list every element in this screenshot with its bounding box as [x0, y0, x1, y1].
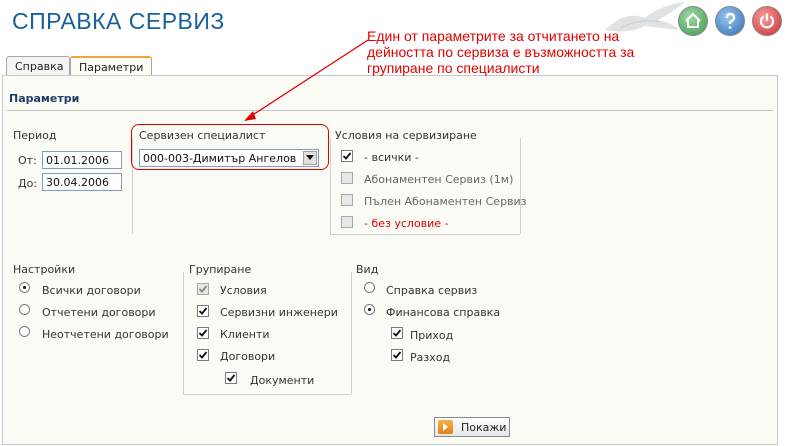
tab-parameters[interactable]: Параметри — [70, 56, 152, 76]
date-to-input[interactable]: 30.04.2006 — [42, 173, 122, 191]
group-engineers-checkbox[interactable] — [197, 305, 209, 317]
divider — [183, 394, 351, 395]
all-contracts-label: Всички договори — [42, 284, 141, 297]
home-icon — [685, 12, 701, 28]
dropdown-button[interactable] — [303, 151, 317, 165]
unreported-contracts-radio[interactable] — [19, 326, 30, 337]
radio-dot — [23, 286, 26, 289]
group-documents-checkbox[interactable] — [225, 372, 237, 384]
date-from-input[interactable]: 01.01.2006 — [42, 151, 122, 169]
check-icon — [198, 351, 208, 359]
condition-all-label: - всички - — [364, 151, 419, 164]
all-contracts-radio[interactable] — [19, 282, 30, 293]
group-conditions-checkbox[interactable] — [197, 283, 209, 295]
show-button-label: Покажи — [461, 421, 507, 434]
specialist-select-value: 000-003-Димитър Ангелов — [143, 152, 297, 165]
service-report-label: Справка сервиз — [386, 284, 478, 297]
tab-report[interactable]: Справка — [6, 56, 70, 76]
divider — [183, 272, 184, 394]
service-report-radio[interactable] — [364, 282, 375, 293]
grouping-label: Групиране — [189, 263, 252, 276]
financial-report-radio[interactable] — [364, 304, 375, 315]
view-label: Вид — [356, 263, 379, 276]
reported-contracts-radio[interactable] — [19, 304, 30, 315]
group-documents-label: Документи — [250, 374, 315, 387]
check-icon — [392, 329, 402, 337]
home-button[interactable] — [678, 6, 708, 36]
check-icon — [342, 152, 352, 160]
check-icon — [198, 329, 208, 337]
condition-subscription-checkbox[interactable] — [341, 172, 353, 184]
unreported-contracts-label: Неотчетени договори — [42, 328, 169, 341]
radio-dot — [368, 308, 371, 311]
group-contracts-checkbox[interactable] — [197, 349, 209, 361]
reported-contracts-label: Отчетени договори — [42, 306, 156, 319]
condition-none-label: - без условие - — [364, 217, 449, 230]
group-conditions-label: Условия — [220, 284, 267, 297]
check-icon — [198, 307, 208, 315]
help-icon — [725, 12, 736, 29]
condition-full-subscription-label: Пълен Абонаментен Сервиз — [364, 195, 527, 208]
divider — [520, 138, 521, 234]
app-title: СПРАВКА СЕРВИЗ — [12, 8, 225, 34]
check-icon — [198, 285, 208, 293]
conditions-label: Условия на сервизиране — [335, 129, 477, 142]
arrow-right-icon — [438, 420, 453, 434]
group-contracts-label: Договори — [220, 350, 276, 363]
panel-divider — [7, 110, 773, 111]
specialist-select[interactable]: 000-003-Димитър Ангелов — [139, 149, 319, 167]
exit-button[interactable] — [752, 6, 782, 36]
help-button[interactable] — [715, 6, 745, 36]
from-label: От: — [18, 154, 37, 167]
condition-all-checkbox[interactable] — [341, 150, 353, 162]
income-checkbox[interactable] — [391, 327, 403, 339]
power-icon — [759, 13, 775, 29]
settings-label: Настройки — [13, 263, 76, 276]
annotation-text: Един от параметрите за отчитането на дей… — [367, 28, 635, 76]
expense-label: Разход — [410, 351, 451, 364]
chevron-down-icon — [306, 155, 314, 160]
income-label: Приход — [410, 329, 454, 342]
group-clients-checkbox[interactable] — [197, 327, 209, 339]
panel-title: Параметри — [9, 92, 80, 105]
condition-full-subscription-checkbox[interactable] — [341, 194, 353, 206]
check-icon — [226, 374, 236, 382]
condition-subscription-label: Абонаментен Сервиз (1м) — [364, 173, 514, 186]
specialist-label: Сервизен специалист — [139, 129, 266, 142]
show-button[interactable]: Покажи — [434, 417, 510, 437]
expense-checkbox[interactable] — [391, 349, 403, 361]
divider — [330, 234, 520, 235]
check-icon — [392, 351, 402, 359]
to-label: До: — [18, 177, 38, 190]
condition-none-checkbox[interactable] — [341, 216, 353, 228]
group-engineers-label: Сервизни инженери — [220, 306, 338, 319]
divider — [351, 272, 352, 394]
divider — [330, 138, 331, 234]
period-label: Период — [13, 129, 57, 142]
financial-report-label: Финансова справка — [386, 306, 501, 319]
group-clients-label: Клиенти — [220, 328, 270, 341]
